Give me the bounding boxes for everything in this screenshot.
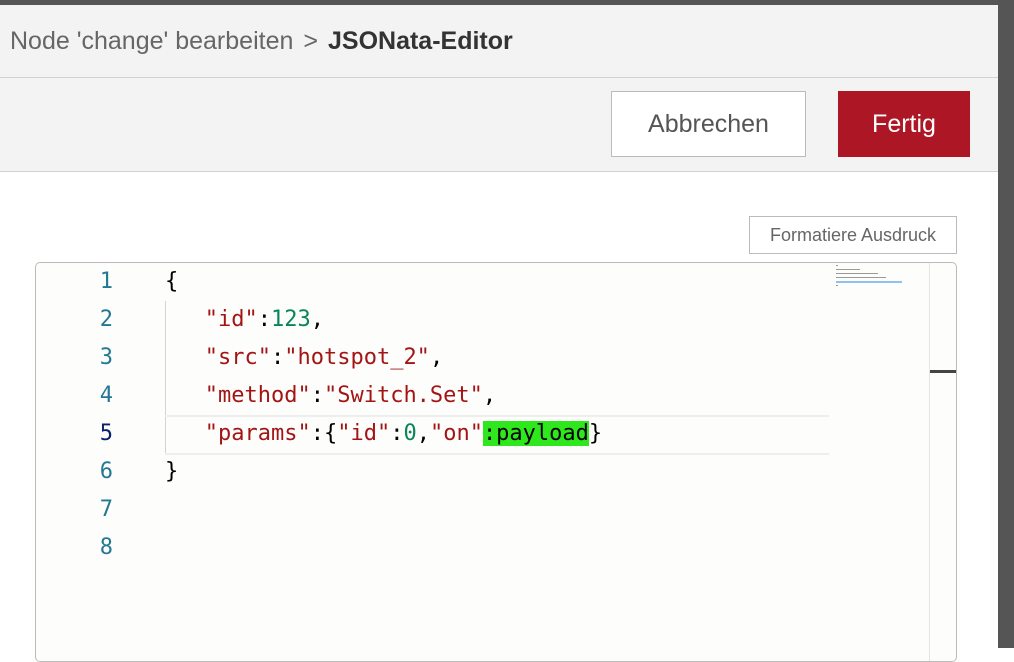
format-expression-button[interactable]: Formatiere Ausdruck <box>749 216 957 254</box>
done-button[interactable]: Fertig <box>838 91 970 157</box>
code-line: { <box>165 263 178 301</box>
page-title: JSONata-Editor <box>327 26 513 55</box>
minimap-line <box>836 273 878 274</box>
token-punct: } <box>588 421 603 446</box>
token-highlight: :payload <box>482 421 589 446</box>
token-punct: { <box>165 269 179 294</box>
minimap-line <box>836 265 838 266</box>
scroll-position-marker <box>930 370 956 373</box>
vertical-scrollbar[interactable] <box>929 263 956 661</box>
minimap-line <box>836 277 886 278</box>
tray-body: Formatiere Ausdruck 12345678 { "id":123,… <box>0 172 998 662</box>
token-key: "params" <box>204 421 311 446</box>
token-key: "id" <box>204 307 258 332</box>
token-punct: : <box>310 383 324 408</box>
token-key: "method" <box>204 383 311 408</box>
token-punct: : <box>390 421 404 446</box>
token-key: "src" <box>204 345 271 370</box>
token-key: "on" <box>429 421 483 446</box>
cancel-button[interactable]: Abbrechen <box>611 91 806 157</box>
token-punct: :{ <box>310 421 338 446</box>
token-punct: , <box>429 345 444 370</box>
token-number: 123 <box>270 307 311 332</box>
breadcrumb-parent-link[interactable]: Node 'change' bearbeiten <box>10 27 293 56</box>
minimap-line <box>836 281 902 283</box>
token-punct: : <box>257 307 271 332</box>
token-punct: , <box>482 383 497 408</box>
breadcrumb-separator: > <box>303 26 318 55</box>
token-punct: : <box>270 345 285 370</box>
tray-toolbar: Abbrechen Fertig <box>0 78 998 172</box>
code-line: "id":123, <box>165 301 324 339</box>
token-string: "Switch.Set" <box>323 383 483 408</box>
window-right-edge <box>998 5 1014 648</box>
minimap[interactable] <box>836 263 929 323</box>
token-number: 0 <box>403 421 417 446</box>
code-line: "method":"Switch.Set", <box>165 377 496 415</box>
code-area[interactable]: { "id":123, "src":"hotspot_2", "method":… <box>36 263 929 661</box>
code-line: } <box>165 453 178 491</box>
token-string: "hotspot_2" <box>284 345 430 370</box>
tray-header: Node 'change' bearbeiten > JSONata-Edito… <box>0 5 998 78</box>
token-key: "id" <box>337 421 391 446</box>
token-punct: } <box>165 459 179 484</box>
breadcrumb: Node 'change' bearbeiten > JSONata-Edito… <box>10 27 513 56</box>
minimap-line <box>836 285 838 286</box>
code-line: "params":{"id":0,"on":payload} <box>165 415 602 453</box>
token-punct: , <box>416 421 430 446</box>
code-editor[interactable]: 12345678 { "id":123, "src":"hotspot_2", … <box>35 262 957 662</box>
code-line: "src":"hotspot_2", <box>165 339 443 377</box>
token-punct: , <box>310 307 324 332</box>
minimap-line <box>836 269 860 270</box>
